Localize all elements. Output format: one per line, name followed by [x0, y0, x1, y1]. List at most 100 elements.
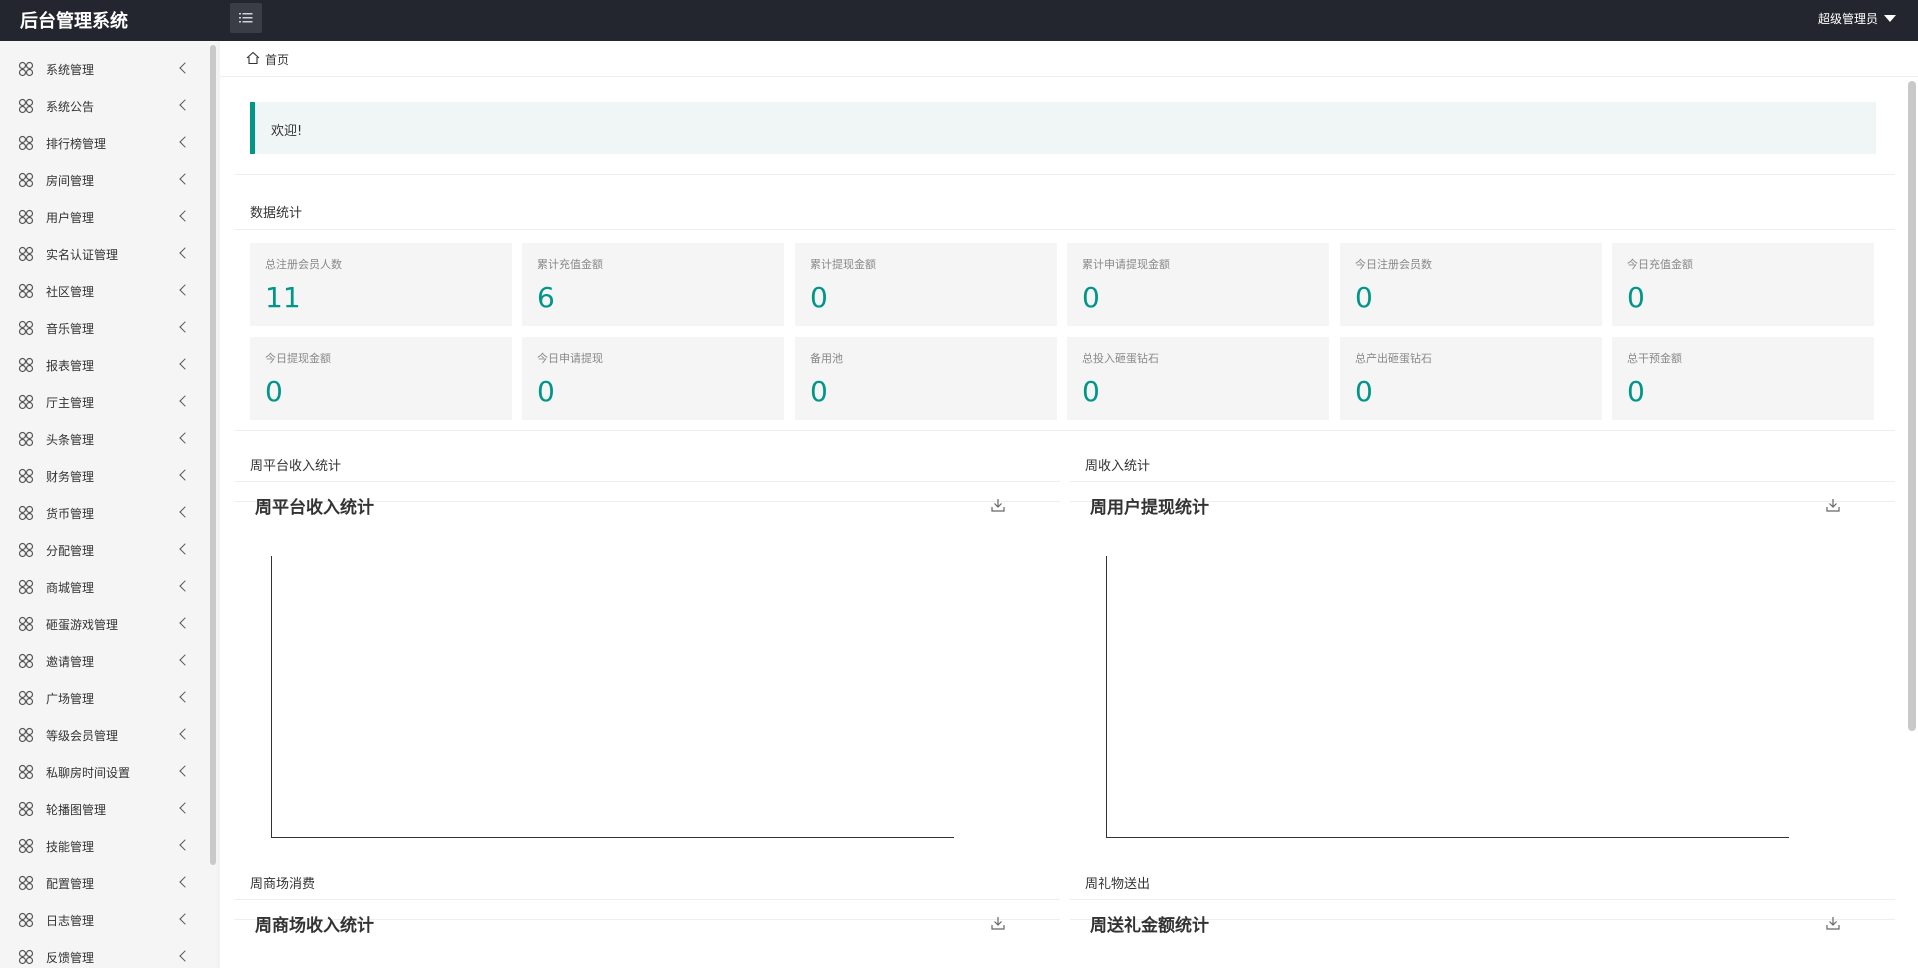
- stat-card: 总产出砸蛋钻石 0: [1340, 337, 1602, 420]
- sidebar-item[interactable]: 广场管理: [0, 679, 207, 716]
- welcome-banner: 欢迎!: [250, 102, 1876, 154]
- breadcrumb-home[interactable]: 首页: [265, 51, 289, 68]
- flower-icon: [18, 320, 34, 336]
- chevron-left-icon: [179, 395, 191, 407]
- chart-y-axis: [271, 556, 272, 837]
- sidebar-item[interactable]: 等级会员管理: [0, 716, 207, 753]
- divider: [235, 229, 1895, 230]
- stat-card: 总注册会员人数 11: [250, 243, 512, 326]
- stat-value: 0: [1082, 375, 1100, 408]
- chevron-left-icon: [179, 173, 191, 185]
- stat-label: 总产出砸蛋钻石: [1355, 352, 1432, 365]
- sidebar-item[interactable]: 社区管理: [0, 272, 207, 309]
- sidebar-item[interactable]: 配置管理: [0, 864, 207, 901]
- chevron-left-icon: [179, 247, 191, 259]
- sidebar-item[interactable]: 系统公告: [0, 87, 207, 124]
- divider: [235, 899, 1060, 900]
- chevron-left-icon: [179, 765, 191, 777]
- chevron-left-icon: [179, 876, 191, 888]
- welcome-text: 欢迎!: [271, 124, 303, 139]
- sidebar-item[interactable]: 实名认证管理: [0, 235, 207, 272]
- chevron-left-icon: [179, 950, 191, 962]
- stat-label: 今日充值金额: [1627, 258, 1693, 271]
- sidebar-item[interactable]: 分配管理: [0, 531, 207, 568]
- sidebar-item[interactable]: 邀请管理: [0, 642, 207, 679]
- sidebar-item[interactable]: 私聊房时间设置: [0, 753, 207, 790]
- chevron-left-icon: [179, 728, 191, 740]
- stat-card: 累计充值金额 6: [522, 243, 784, 326]
- stats-title: 数据统计: [250, 206, 303, 221]
- flower-icon: [18, 616, 34, 632]
- sidebar-item[interactable]: 货币管理: [0, 494, 207, 531]
- sidebar-item[interactable]: 财务管理: [0, 457, 207, 494]
- stat-value: 0: [810, 281, 828, 314]
- sidebar-item-label: 配置管理: [46, 877, 95, 891]
- download-icon[interactable]: [1825, 915, 1841, 931]
- stat-card: 累计申请提现金额 0: [1067, 243, 1329, 326]
- flower-icon: [18, 98, 34, 114]
- stat-label: 累计提现金额: [810, 258, 876, 271]
- download-icon[interactable]: [1825, 497, 1841, 513]
- sidebar-item[interactable]: 房间管理: [0, 161, 207, 198]
- stat-label: 累计充值金额: [537, 258, 603, 271]
- chevron-left-icon: [179, 99, 191, 111]
- sidebar-item[interactable]: 反馈管理: [0, 938, 207, 968]
- stat-label: 总干预金额: [1627, 352, 1682, 365]
- sidebar-item-label: 音乐管理: [46, 322, 95, 336]
- sidebar-item-label: 报表管理: [46, 359, 95, 373]
- sidebar-item[interactable]: 商城管理: [0, 568, 207, 605]
- stat-card: 今日申请提现 0: [522, 337, 784, 420]
- sidebar-scrollbar[interactable]: [210, 45, 216, 865]
- chart-x-axis: [1106, 837, 1789, 838]
- flower-icon: [18, 875, 34, 891]
- sidebar-item-label: 日志管理: [46, 914, 95, 928]
- flower-icon: [18, 542, 34, 558]
- flower-icon: [18, 727, 34, 743]
- download-icon[interactable]: [990, 497, 1006, 513]
- sidebar-item-label: 分配管理: [46, 544, 95, 558]
- sidebar-item[interactable]: 头条管理: [0, 420, 207, 457]
- flower-icon: [18, 357, 34, 373]
- stat-label: 总投入砸蛋钻石: [1082, 352, 1159, 365]
- sidebar-item-label: 等级会员管理: [46, 729, 119, 743]
- chevron-left-icon: [179, 284, 191, 296]
- sidebar-item[interactable]: 报表管理: [0, 346, 207, 383]
- flower-icon: [18, 838, 34, 854]
- stat-label: 备用池: [810, 352, 843, 365]
- menu-toggle-button[interactable]: [230, 3, 262, 33]
- download-icon[interactable]: [990, 915, 1006, 931]
- sidebar-item[interactable]: 砸蛋游戏管理: [0, 605, 207, 642]
- user-menu[interactable]: 超级管理员: [1818, 10, 1896, 27]
- stat-value: 0: [1355, 375, 1373, 408]
- sidebar-item-label: 反馈管理: [46, 951, 95, 965]
- chevron-left-icon: [179, 543, 191, 555]
- sidebar-item-label: 邀请管理: [46, 655, 95, 669]
- sidebar-item-label: 系统管理: [46, 63, 95, 77]
- sidebar-item[interactable]: 日志管理: [0, 901, 207, 938]
- sidebar-item[interactable]: 用户管理: [0, 198, 207, 235]
- sidebar-item-label: 商城管理: [46, 581, 95, 595]
- sidebar-item[interactable]: 系统管理: [0, 50, 207, 87]
- chevron-left-icon: [179, 839, 191, 851]
- panel-section-title: 周商场消费: [250, 877, 316, 892]
- divider: [1070, 899, 1895, 900]
- sidebar-item[interactable]: 轮播图管理: [0, 790, 207, 827]
- chart-title: 周平台收入统计: [255, 498, 374, 518]
- main-scrollbar[interactable]: [1908, 81, 1916, 731]
- top-header: 后台管理系统 超级管理员: [0, 0, 1918, 41]
- sidebar-item[interactable]: 技能管理: [0, 827, 207, 864]
- flower-icon: [18, 912, 34, 928]
- list-icon: [239, 13, 253, 23]
- stat-card: 累计提现金额 0: [795, 243, 1057, 326]
- stat-value: 0: [1355, 281, 1373, 314]
- chart-title: 周送礼金额统计: [1090, 916, 1209, 936]
- flower-icon: [18, 468, 34, 484]
- stat-value: 0: [537, 375, 555, 408]
- sidebar-item-label: 社区管理: [46, 285, 95, 299]
- sidebar-item[interactable]: 排行榜管理: [0, 124, 207, 161]
- sidebar-item[interactable]: 音乐管理: [0, 309, 207, 346]
- chevron-left-icon: [179, 913, 191, 925]
- sidebar-item[interactable]: 厅主管理: [0, 383, 207, 420]
- flower-icon: [18, 61, 34, 77]
- chart-title: 周用户提现统计: [1090, 498, 1209, 518]
